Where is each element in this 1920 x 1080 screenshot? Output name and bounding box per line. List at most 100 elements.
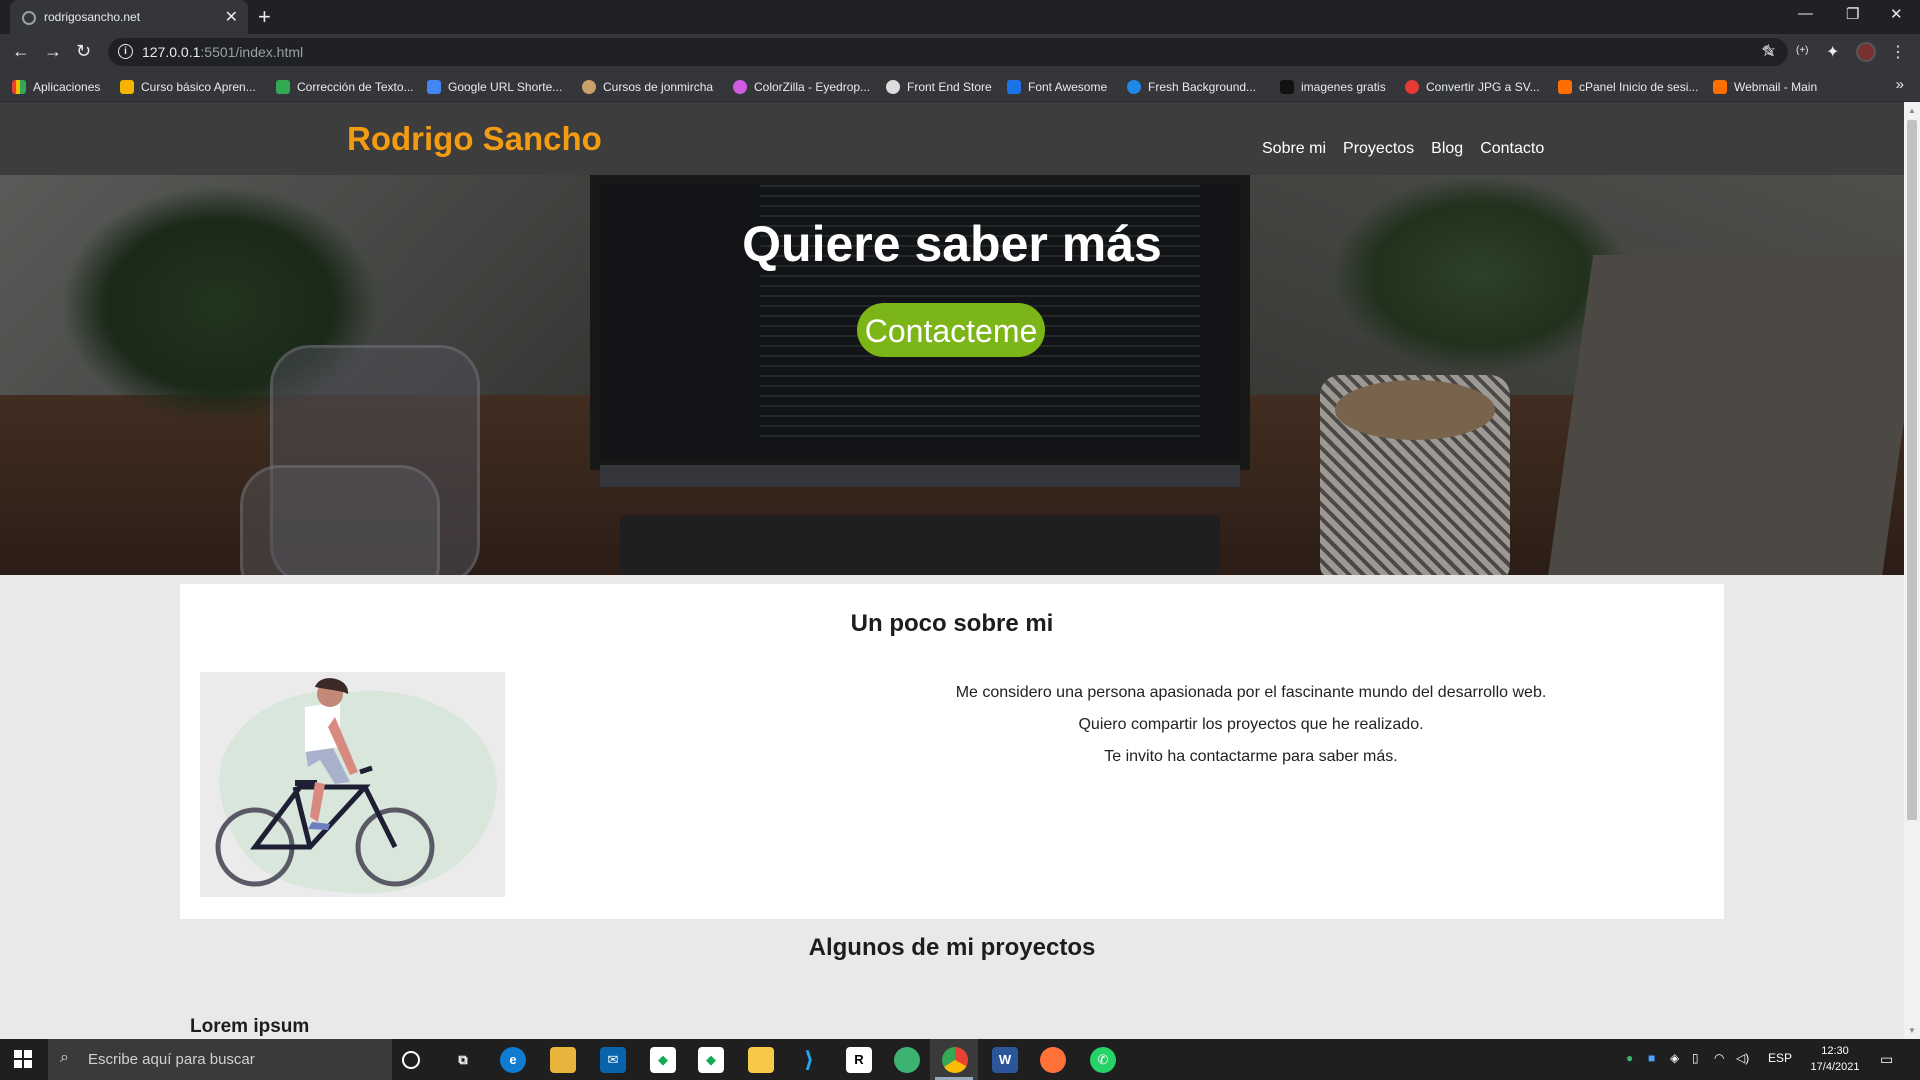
page-scrollbar[interactable]: ▲ ▼: [1904, 102, 1920, 1039]
vscode-icon[interactable]: ⟩: [796, 1047, 822, 1073]
mongodb-icon[interactable]: ◆: [650, 1047, 676, 1073]
bookmark-item[interactable]: Webmail - Main: [1713, 78, 1817, 96]
tab-title: rodrigosancho.net: [44, 10, 141, 24]
reload-icon[interactable]: ↻: [76, 41, 91, 62]
cpanel-icon: [1558, 80, 1572, 94]
close-tab-icon[interactable]: ✕: [225, 7, 238, 27]
about-text: Me considero una persona apasionada por …: [780, 684, 1722, 780]
projects-title: Algunos de mi proyectos: [808, 934, 1096, 961]
minimize-icon[interactable]: —: [1798, 5, 1813, 22]
site-header: Rodrigo Sancho Sobre mi Proyectos Blog C…: [0, 102, 1904, 175]
puzzle-icon[interactable]: ✦: [1826, 42, 1839, 62]
bookmark-item[interactable]: Aplicaciones: [12, 78, 100, 96]
nav-link-blog[interactable]: Blog: [1431, 140, 1463, 158]
bookmark-favicon: [582, 80, 596, 94]
apps-icon: [12, 80, 26, 94]
site-logo[interactable]: Rodrigo Sancho: [347, 120, 602, 158]
bookmark-favicon: [427, 80, 441, 94]
profile-avatar[interactable]: [1856, 42, 1876, 62]
windows-taskbar: ⌕ Escribe aquí para buscar ⧉ e ✉ ◆ ◆ ⟩ R…: [0, 1039, 1920, 1080]
mail-icon[interactable]: ✉: [600, 1047, 626, 1073]
bookmark-item[interactable]: Fresh Background...: [1127, 78, 1256, 96]
chrome-icon[interactable]: [942, 1047, 968, 1073]
whatsapp-icon[interactable]: ✆: [1090, 1047, 1116, 1073]
address-bar[interactable]: i 127.0.0.1:5501/index.html ☆: [108, 38, 1788, 66]
mongodb-compass-icon[interactable]: ◆: [698, 1047, 724, 1073]
restore-icon[interactable]: ❐: [1846, 5, 1859, 23]
bookmark-favicon: [733, 80, 747, 94]
taskbar-search-input[interactable]: ⌕ Escribe aquí para buscar: [48, 1039, 392, 1080]
edit-extension-icon[interactable]: ✎: [1762, 42, 1775, 62]
project-item-title: Lorem ipsum: [190, 1016, 310, 1037]
back-icon[interactable]: ←: [12, 41, 30, 62]
hero-title: Quiere saber más: [742, 216, 1162, 272]
about-paragraph: Te invito ha contactarme para saber más.: [1104, 748, 1398, 765]
browser-tab[interactable]: rodrigosancho.net ✕: [10, 0, 248, 34]
browser-toolbar: ← → ↻ i 127.0.0.1:5501/index.html ☆ ✎ (+…: [0, 34, 1920, 70]
menu-dots-icon[interactable]: ⋮: [1890, 42, 1906, 62]
language-indicator[interactable]: ESP: [1768, 1051, 1792, 1065]
forward-icon[interactable]: →: [44, 41, 62, 62]
scroll-up-icon[interactable]: ▲: [1908, 106, 1916, 115]
bookmark-item[interactable]: Front End Store: [886, 78, 992, 96]
bookmark-item[interactable]: Font Awesome: [1007, 78, 1107, 96]
wifi-icon[interactable]: ◠: [1714, 1051, 1724, 1065]
about-paragraph: Quiero compartir los proyectos que he re…: [1078, 716, 1424, 733]
more-bookmarks-icon[interactable]: »: [1896, 76, 1904, 93]
volume-icon[interactable]: ◁): [1736, 1051, 1749, 1065]
bookmark-favicon: [1405, 80, 1419, 94]
window-close-icon[interactable]: ✕: [1890, 5, 1903, 23]
taskbar-clock[interactable]: 12:30 17/4/2021: [1805, 1043, 1865, 1075]
flag-icon: [1007, 80, 1021, 94]
bookmark-favicon: [120, 80, 134, 94]
new-tab-button[interactable]: +: [258, 4, 271, 30]
edge-icon[interactable]: e: [500, 1047, 526, 1073]
word-icon[interactable]: W: [992, 1047, 1018, 1073]
bookmark-favicon: [886, 80, 900, 94]
about-paragraph: Me considero una persona apasionada por …: [955, 684, 1547, 701]
scrollbar-thumb[interactable]: [1907, 120, 1917, 820]
rider-icon[interactable]: R: [846, 1047, 872, 1073]
search-icon: ⌕: [60, 1049, 69, 1066]
tray-app-icon[interactable]: ◈: [1670, 1051, 1679, 1065]
security-tray-icon[interactable]: ●: [1626, 1051, 1633, 1065]
bookmark-item[interactable]: Cursos de jonmircha: [582, 78, 713, 96]
cortana-icon[interactable]: [402, 1051, 420, 1069]
camera-icon: [1280, 80, 1294, 94]
about-title: Un poco sobre mi: [850, 610, 1054, 637]
notifications-icon[interactable]: ▭: [1880, 1051, 1893, 1068]
file-explorer-icon[interactable]: [550, 1047, 576, 1073]
bookmark-item[interactable]: Curso básico Apren...: [120, 78, 256, 96]
bookmark-favicon: [276, 80, 290, 94]
cyclist-illustration: [200, 672, 505, 897]
sticky-notes-icon[interactable]: [748, 1047, 774, 1073]
bookmark-item[interactable]: Google URL Shorte...: [427, 78, 562, 96]
hero-banner: Quiere saber más Contacteme: [0, 175, 1904, 575]
task-view-icon[interactable]: ⧉: [450, 1047, 476, 1073]
site-nav: Sobre mi Proyectos Blog Contacto: [1262, 140, 1544, 158]
nav-link-proyectos[interactable]: Proyectos: [1343, 140, 1414, 158]
bookmark-item[interactable]: cPanel Inicio de sesi...: [1558, 78, 1698, 96]
globe-icon: [22, 11, 36, 25]
nav-link-contacto[interactable]: Contacto: [1480, 140, 1544, 158]
bookmark-item[interactable]: Corrección de Texto...: [276, 78, 414, 96]
cloud-tray-icon[interactable]: ■: [1648, 1051, 1655, 1065]
bookmark-item[interactable]: ColorZilla - Eyedrop...: [733, 78, 870, 96]
battery-icon[interactable]: ▯: [1692, 1051, 1699, 1065]
firefox-icon[interactable]: [1040, 1047, 1066, 1073]
bookmark-item[interactable]: imagenes gratis: [1280, 78, 1386, 96]
bookmark-item[interactable]: Convertir JPG a SV...: [1405, 78, 1540, 96]
about-section: Un poco sobre mi Me considero una person…: [180, 584, 1724, 919]
info-icon[interactable]: i: [118, 44, 133, 59]
network-app-icon[interactable]: [894, 1047, 920, 1073]
contact-button[interactable]: Contacteme: [857, 303, 1045, 357]
cpanel-icon: [1713, 80, 1727, 94]
windows-start-icon[interactable]: [14, 1050, 32, 1068]
extension-icon[interactable]: (+): [1796, 45, 1809, 56]
web-page: Rodrigo Sancho Sobre mi Proyectos Blog C…: [0, 102, 1904, 1039]
scroll-down-icon[interactable]: ▼: [1908, 1026, 1916, 1035]
nav-link-sobre-mi[interactable]: Sobre mi: [1262, 140, 1326, 158]
url-text[interactable]: 127.0.0.1:5501/index.html: [142, 44, 303, 60]
bookmarks-bar: Aplicaciones Curso básico Apren... Corre…: [0, 70, 1920, 102]
browser-tab-strip: rodrigosancho.net ✕ + — ❐ ✕: [0, 0, 1920, 34]
